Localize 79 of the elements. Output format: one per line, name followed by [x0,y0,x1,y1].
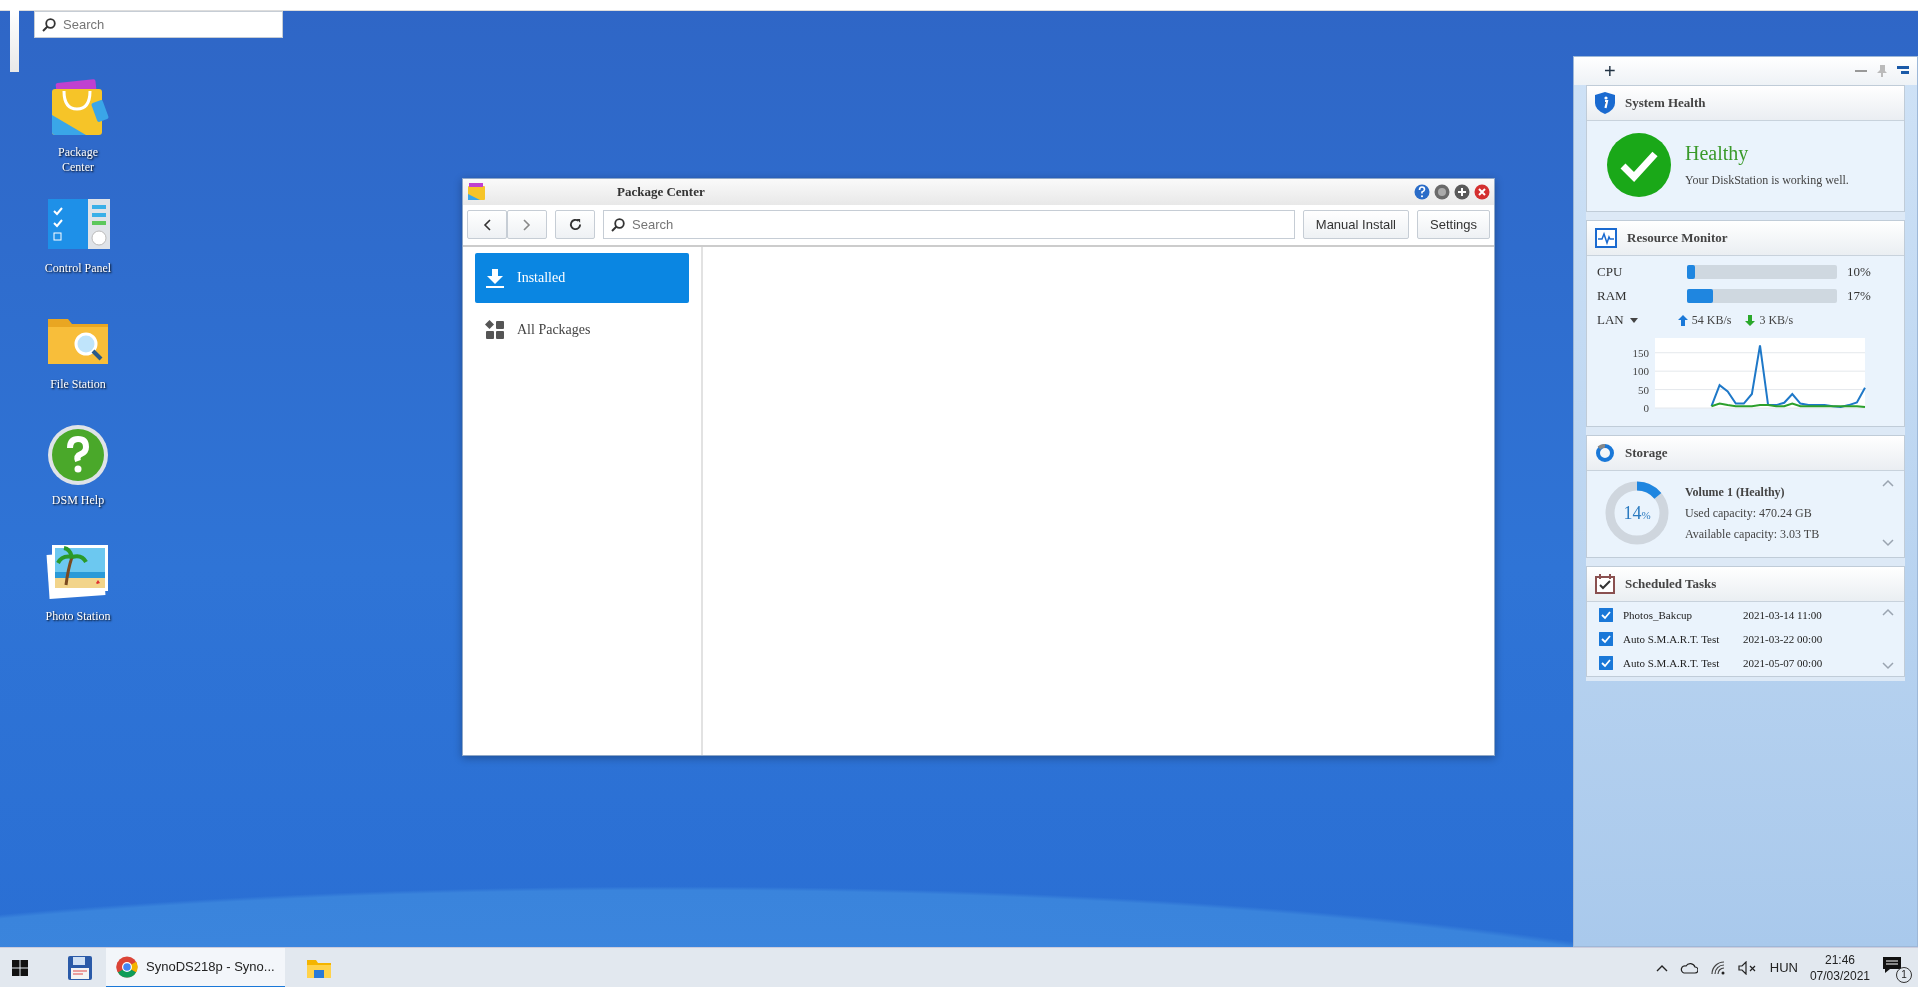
chevron-right-icon [523,218,531,231]
browser-icon [116,955,138,978]
ring-icon [1595,443,1615,463]
chevron-left-icon [483,218,491,231]
arrow-up-icon [1677,314,1688,326]
search-icon [42,17,56,32]
clock[interactable]: 21:46 07/03/2021 [1809,951,1870,984]
axis-label: 150 [1632,346,1649,359]
search-icon [611,217,625,232]
available-capacity: Available capacity: 3.03 TB [1685,526,1821,542]
panel-toggle-icon[interactable] [1897,66,1909,76]
checkmark-icon [1607,133,1671,197]
taskbar-item[interactable]: SynoDS218p - Syno... [106,947,285,987]
toolbar-button[interactable]: Settings [1417,210,1490,239]
search-field[interactable]: Search [603,210,1295,239]
speaker-muted-icon[interactable] [1737,960,1758,975]
info-icon [1595,92,1615,114]
widget-title: Scheduled Tasks [1625,576,1717,592]
window-title: Package Center [617,184,706,200]
volume-name: Volume 1 (Healthy) [1685,484,1786,500]
checkbox[interactable] [1599,632,1613,646]
icon-label[interactable]: Control Panel [43,261,113,276]
widget-title: Resource Monitor [1627,230,1728,246]
checkbox[interactable] [1599,656,1613,670]
health-status: Healthy [1685,142,1750,165]
widget-title: System Health [1625,95,1706,111]
search-field[interactable]: Search [34,11,283,38]
side-handle[interactable] [10,10,19,72]
used-capacity: Used capacity: 470.24 GB [1685,505,1813,521]
refresh-button[interactable] [555,210,595,239]
icon-label[interactable]: Package Center [43,145,113,175]
axis-label: 50 [1638,383,1649,396]
calendar-check-icon [1595,574,1615,594]
download-icon [485,268,505,288]
health-message: Your DiskStation is working well. [1685,173,1849,188]
meter-label: RAM [1597,288,1628,304]
arrow-down-icon [1745,314,1756,326]
sidebar-item[interactable]: All Packages [475,305,689,355]
chevron-up-icon[interactable] [1655,963,1668,972]
shopping-bag-icon [467,183,487,201]
wifi-icon[interactable] [1709,960,1726,975]
task-time: 2021-05-07 00:00 [1743,657,1824,669]
windows-icon[interactable] [12,959,28,976]
message-icon [1882,954,1902,975]
task-time: 2021-03-14 11:00 [1743,609,1823,621]
download-speed: 3 KB/s [1759,312,1794,328]
checkbox[interactable] [1599,608,1613,622]
sidebar-item[interactable]: Installed [475,253,689,303]
minimize-icon[interactable] [1434,184,1450,200]
toolbar-button[interactable]: Manual Install [1302,210,1409,239]
usage-percent: 14% [1623,502,1651,524]
meter-reading: 17% [1847,288,1872,304]
back-button[interactable] [467,210,507,239]
help-icon[interactable] [1414,184,1430,200]
grid-icon [485,320,505,340]
icon-label[interactable]: File Station [43,377,113,392]
help-icon[interactable] [46,423,110,487]
meter-reading: 10% [1847,264,1872,280]
widget-title: Storage [1625,445,1668,461]
pulse-monitor-icon [1595,228,1617,248]
close-icon[interactable] [1474,184,1490,200]
cloud-icon[interactable] [1679,961,1698,974]
minimize-icon[interactable] [1855,69,1867,73]
folder-icon[interactable] [306,957,331,978]
caret-icon [1629,317,1638,323]
network-dropdown[interactable]: LAN [1597,312,1638,328]
language-indicator[interactable]: HUN [1769,960,1798,975]
task-name: Auto S.M.A.R.T. Test [1623,657,1721,669]
task-name: Photos_Bakcup [1623,609,1694,621]
maximize-icon[interactable] [1454,184,1470,200]
axis-label: 0 [1643,402,1649,414]
task-time: 2021-03-22 00:00 [1743,633,1824,645]
refresh-icon [568,218,582,231]
icon-label[interactable]: Photo Station [43,609,113,624]
axis-label: 100 [1632,365,1649,378]
upload-speed: 54 KB/s [1691,312,1732,328]
task-name: Auto S.M.A.R.T. Test [1623,633,1721,645]
icon-label[interactable]: DSM Help [43,493,113,508]
meter-label: CPU [1597,264,1624,280]
